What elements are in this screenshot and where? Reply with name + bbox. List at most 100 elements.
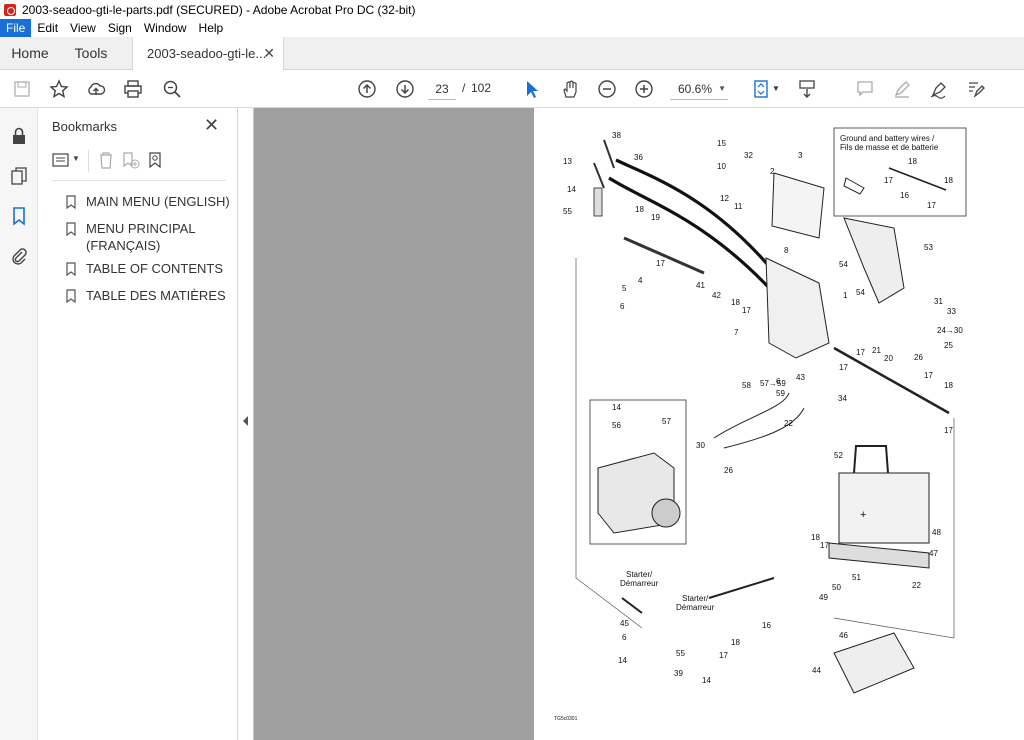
svg-text:6: 6 — [620, 302, 625, 311]
svg-text:58: 58 — [742, 381, 751, 390]
panel-splitter[interactable] — [238, 108, 254, 740]
window-title: 2003-seadoo-gti-le-parts.pdf (SECURED) -… — [22, 2, 416, 17]
bookmark-icon — [66, 195, 76, 209]
delete-bookmark-icon[interactable] — [98, 151, 114, 169]
bookmark-item[interactable]: MAIN MENU (ENGLISH) — [66, 193, 236, 210]
starter-label-1-line-1: Starter/ — [626, 570, 653, 579]
svg-text:6: 6 — [776, 377, 781, 386]
document-viewport[interactable]: Ground and battery wires / Fils de masse… — [254, 108, 1024, 740]
battery-pad-drawing — [828, 542, 930, 569]
svg-text:4: 4 — [638, 276, 643, 285]
bookmark-item[interactable]: TABLE OF CONTENTS — [66, 260, 236, 277]
bookmark-options-chevron-icon[interactable]: ▼ — [72, 154, 80, 163]
battery-drawing — [838, 472, 930, 544]
tab-document[interactable]: 2003-seadoo-gti-le... ✕ — [132, 37, 284, 71]
cloud-upload-icon[interactable] — [86, 79, 106, 99]
bookmark-item[interactable]: MENU PRINCIPAL (FRANÇAIS) — [66, 220, 236, 254]
bookmarks-panel: Bookmarks ✕ ▼ MAIN MENU (ENGLISH) MENU P… — [38, 108, 238, 740]
svg-text:1: 1 — [843, 291, 848, 300]
hand-tool-icon[interactable] — [560, 79, 580, 99]
cable-drawing — [615, 158, 781, 280]
bookmark-item[interactable]: TABLE DES MATIÈRES — [66, 287, 236, 304]
collapse-panel-icon[interactable] — [243, 416, 248, 426]
inset-title-line-2: Fils de masse et de batterie — [840, 143, 939, 152]
svg-text:33: 33 — [947, 307, 956, 316]
svg-text:18: 18 — [908, 157, 917, 166]
print-icon[interactable] — [123, 79, 143, 99]
tab-tools[interactable]: Tools — [60, 37, 122, 70]
bookmark-label: MENU PRINCIPAL (FRANÇAIS) — [86, 221, 196, 253]
part-number-callouts: 38 13 14 55 36 15 10 32 3 2 12 11 18 19 … — [563, 131, 963, 685]
menu-sign[interactable]: Sign — [102, 19, 138, 37]
menu-window[interactable]: Window — [138, 19, 193, 37]
svg-text:50: 50 — [832, 583, 841, 592]
total-pages: 102 — [471, 81, 492, 95]
svg-text:44: 44 — [812, 666, 821, 675]
page-number-input[interactable]: 23 — [428, 78, 456, 100]
cable-drawing — [608, 176, 776, 295]
svg-text:22: 22 — [912, 581, 921, 590]
find-bookmark-icon[interactable] — [148, 151, 164, 169]
svg-text:8: 8 — [784, 246, 789, 255]
zoom-out-icon[interactable] — [597, 79, 617, 99]
menu-bar: File Edit View Sign Window Help — [0, 19, 1024, 37]
fit-page-chevron-icon[interactable]: ▼ — [772, 84, 780, 93]
save-icon[interactable] — [12, 79, 32, 99]
svg-text:18: 18 — [944, 381, 953, 390]
svg-text:31: 31 — [934, 297, 943, 306]
menu-help[interactable]: Help — [193, 19, 230, 37]
bookmark-panel-icon[interactable] — [9, 206, 29, 226]
svg-text:16: 16 — [762, 621, 771, 630]
zoom-search-icon[interactable] — [162, 79, 182, 99]
svg-text:18: 18 — [944, 176, 953, 185]
close-tab-icon[interactable]: ✕ — [263, 37, 275, 70]
svg-text:51: 51 — [852, 573, 861, 582]
svg-text:56: 56 — [612, 421, 621, 430]
zoom-in-icon[interactable] — [634, 79, 654, 99]
ground-clamp-drawing — [843, 177, 865, 195]
battery-wire-drawing — [888, 167, 947, 191]
comment-icon[interactable] — [855, 79, 875, 99]
fit-page-icon[interactable] — [751, 79, 771, 99]
scroll-mode-icon[interactable] — [797, 79, 817, 99]
pages-thumbnails-icon[interactable] — [9, 166, 29, 186]
svg-text:17: 17 — [884, 176, 893, 185]
svg-text:32: 32 — [744, 151, 753, 160]
svg-text:39: 39 — [674, 669, 683, 678]
sign-pen-icon[interactable] — [929, 79, 949, 99]
lock-icon[interactable] — [9, 126, 29, 146]
zoom-level-select[interactable]: 60.6% ▼ — [670, 78, 728, 100]
bookmark-options-icon[interactable] — [52, 152, 70, 168]
svg-text:26: 26 — [724, 466, 733, 475]
svg-text:14: 14 — [567, 185, 576, 194]
menu-file[interactable]: File — [0, 19, 32, 37]
svg-text:14: 14 — [618, 656, 627, 665]
svg-text:19: 19 — [651, 213, 660, 222]
select-cursor-icon[interactable] — [522, 79, 542, 99]
svg-text:26: 26 — [914, 353, 923, 362]
title-bar: 2003-seadoo-gti-le-parts.pdf (SECURED) -… — [0, 0, 1024, 19]
svg-text:16: 16 — [900, 191, 909, 200]
menu-view[interactable]: View — [64, 19, 102, 37]
menu-edit[interactable]: Edit — [31, 19, 64, 37]
highlight-pen-icon[interactable] — [892, 79, 912, 99]
svg-text:2: 2 — [770, 167, 775, 176]
svg-text:17: 17 — [656, 259, 665, 268]
bookmarks-tools: ▼ — [50, 150, 230, 172]
star-icon[interactable] — [49, 79, 69, 99]
attachment-icon[interactable] — [9, 246, 29, 266]
acrobat-icon — [4, 3, 16, 16]
fill-sign-icon[interactable] — [966, 79, 986, 99]
svg-text:48: 48 — [932, 528, 941, 537]
panel-separator — [52, 180, 226, 181]
svg-text:54: 54 — [839, 260, 848, 269]
close-panel-icon[interactable]: ✕ — [204, 115, 219, 136]
svg-text:34: 34 — [838, 394, 847, 403]
previous-page-icon[interactable] — [357, 79, 377, 99]
next-page-icon[interactable] — [395, 79, 415, 99]
tab-document-label: 2003-seadoo-gti-le... — [147, 46, 267, 61]
new-bookmark-icon[interactable] — [122, 151, 140, 169]
svg-text:45: 45 — [620, 619, 629, 628]
inset-title-line-1: Ground and battery wires / — [840, 134, 935, 143]
tab-home[interactable]: Home — [0, 37, 60, 70]
